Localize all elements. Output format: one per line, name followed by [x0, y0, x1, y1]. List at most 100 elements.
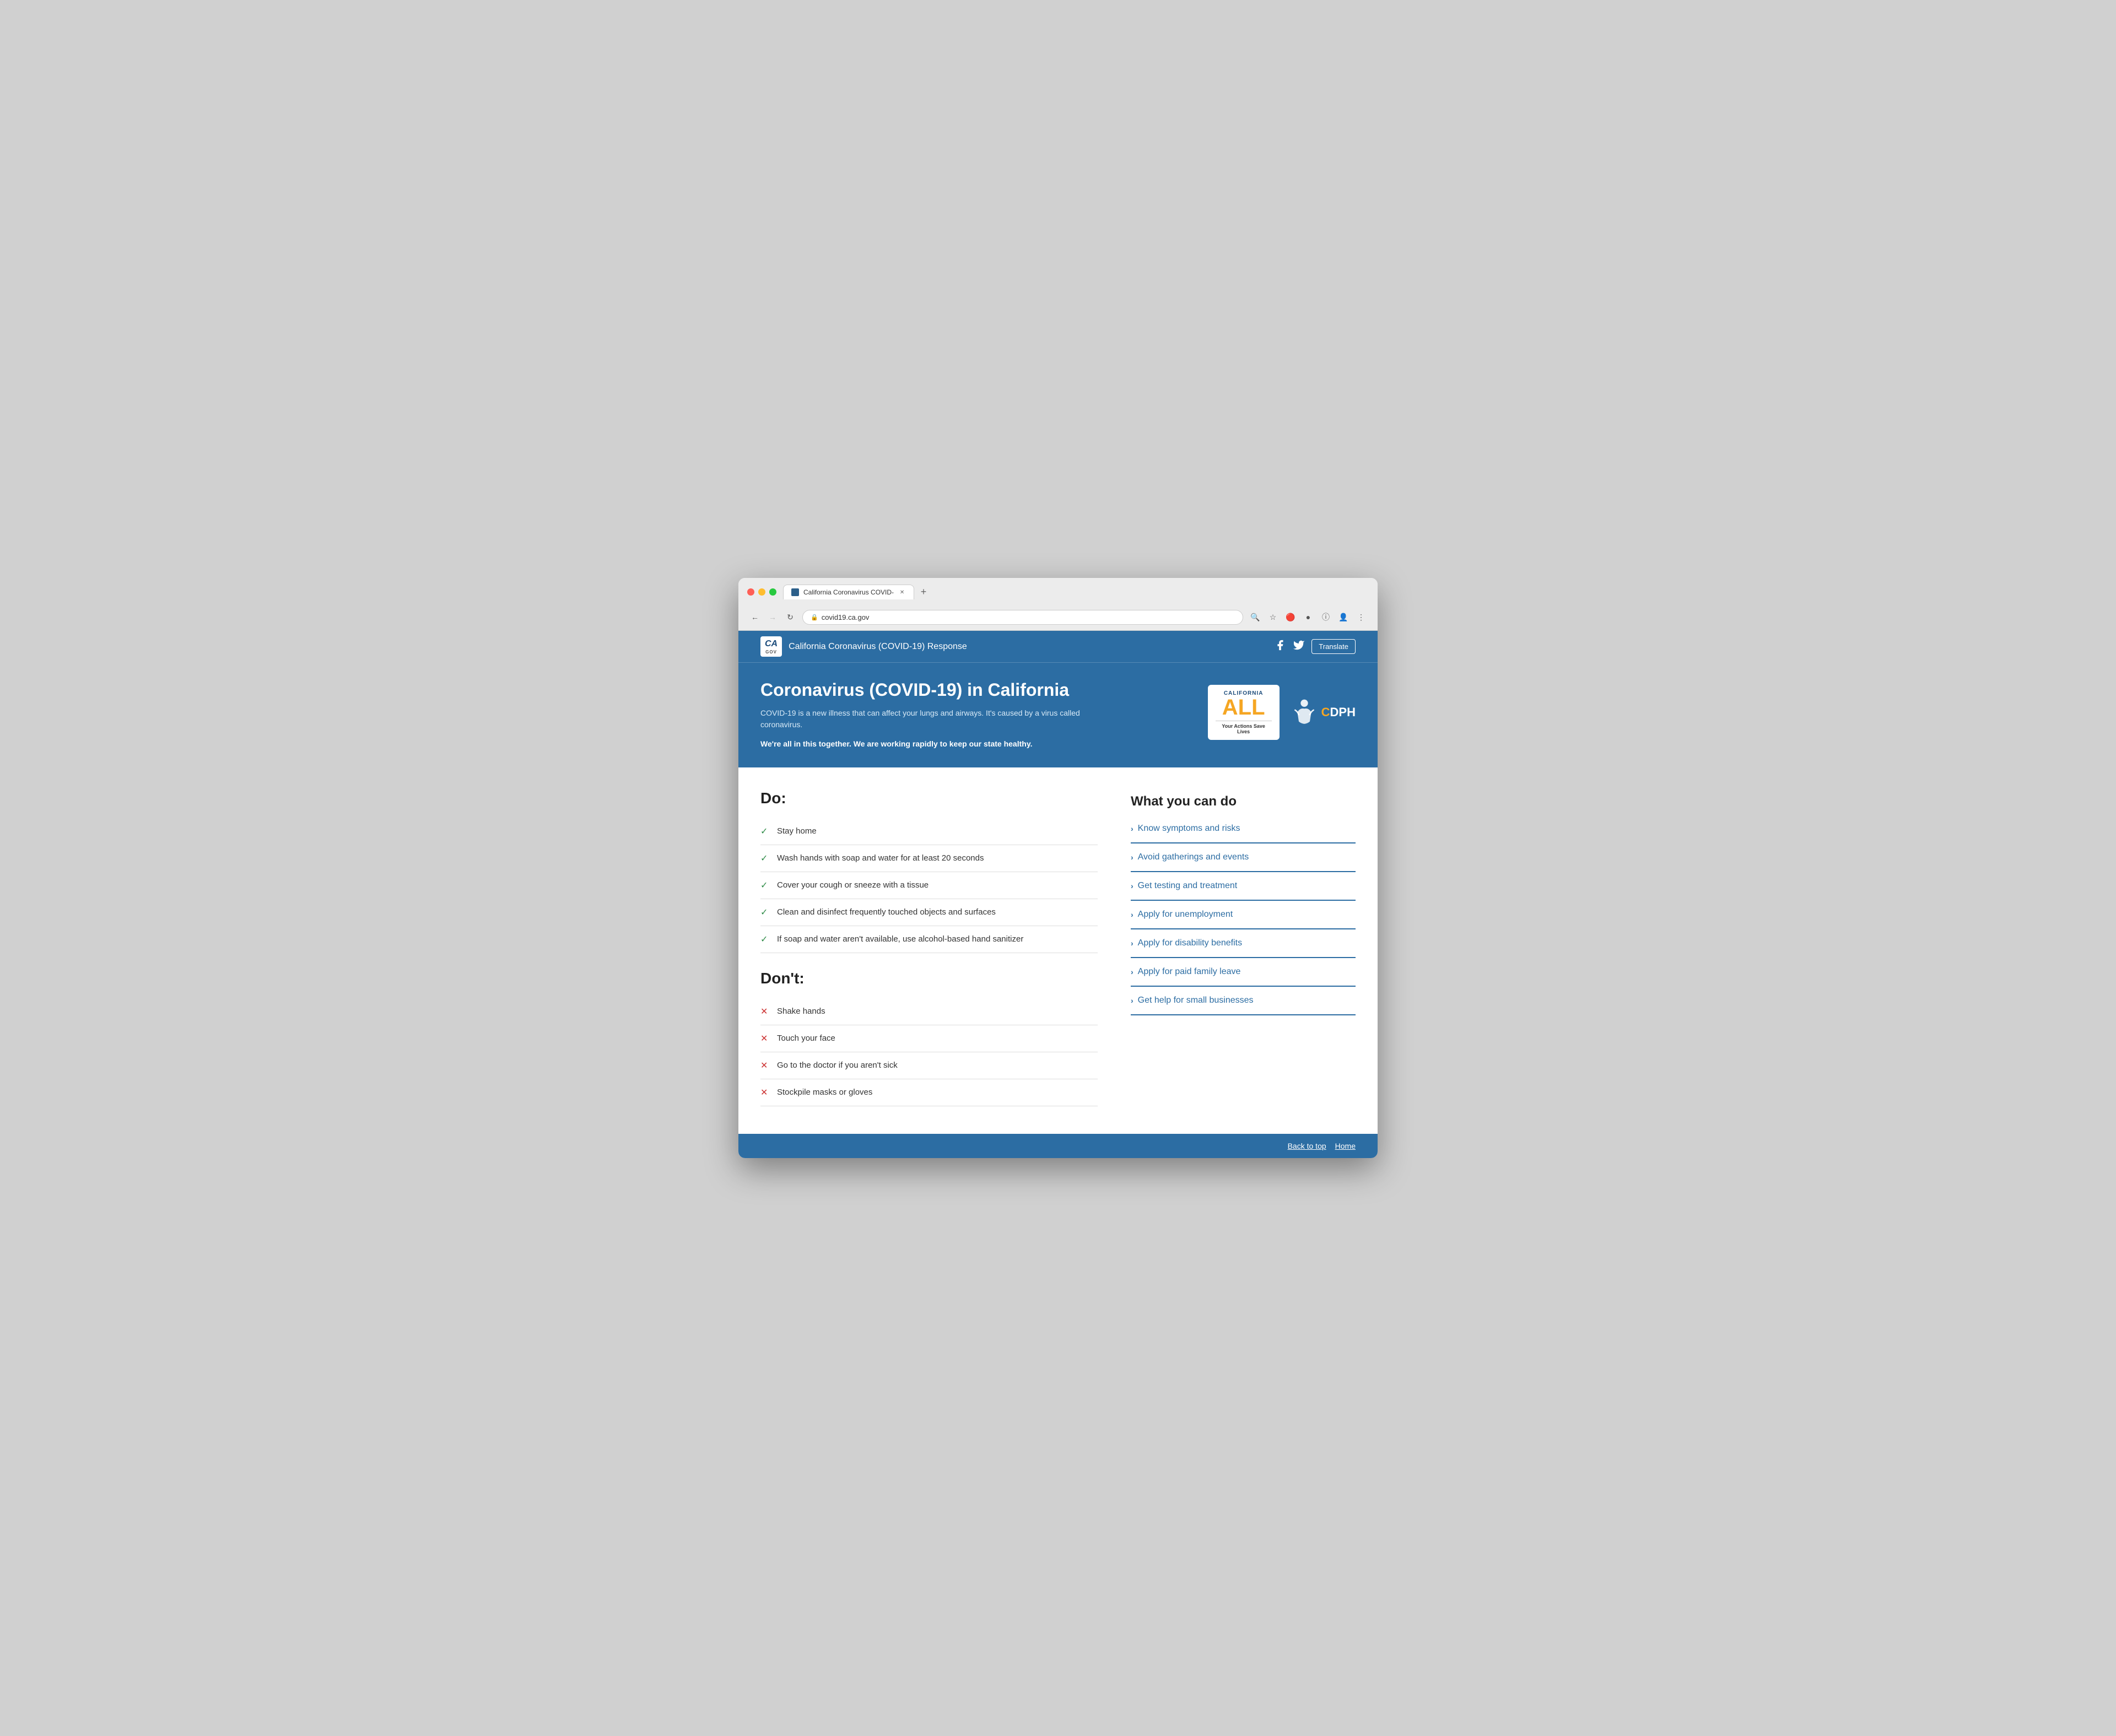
main-content: Do: ✓ Stay home ✓ Wash hands with soap a… — [738, 767, 1378, 1134]
refresh-button[interactable]: ↻ — [782, 609, 798, 625]
do-item-1: ✓ Stay home — [760, 818, 1098, 845]
action-link-text-3: Get testing and treatment — [1138, 881, 1238, 891]
active-tab[interactable]: California Coronavirus COVID- ✕ — [783, 585, 914, 599]
forward-button[interactable]: → — [765, 609, 780, 625]
chevron-icon-1: › — [1131, 824, 1133, 833]
badge-all: ALL — [1216, 696, 1272, 718]
chevron-icon-5: › — [1131, 939, 1133, 948]
do-item-text-3: Cover your cough or sneeze with a tissue — [777, 880, 929, 890]
security-icon: 🔒 — [811, 614, 818, 621]
check-icon-3: ✓ — [760, 880, 771, 891]
url-text: covid19.ca.gov — [822, 613, 870, 621]
do-item-text-2: Wash hands with soap and water for at le… — [777, 853, 984, 863]
twitter-icon[interactable] — [1293, 639, 1305, 654]
close-button[interactable] — [747, 588, 754, 596]
header-social: Translate — [1274, 639, 1356, 654]
maximize-button[interactable] — [769, 588, 776, 596]
profile-icon[interactable]: ● — [1300, 609, 1316, 625]
ca-logo-text: CA — [765, 639, 778, 649]
chevron-icon-2: › — [1131, 853, 1133, 862]
cdph-text: CDPH — [1321, 705, 1356, 720]
badge-subtitle: Your Actions Save Lives — [1216, 721, 1272, 734]
dont-item-text-2: Touch your face — [777, 1034, 835, 1043]
menu-icon[interactable]: ⋮ — [1353, 609, 1369, 625]
tab-favicon — [791, 588, 799, 596]
nav-buttons: ← → ↻ — [747, 609, 798, 625]
do-item-text-4: Clean and disinfect frequently touched o… — [777, 907, 996, 917]
do-item-text-1: Stay home — [777, 826, 817, 836]
check-icon-5: ✓ — [760, 934, 771, 945]
minimize-button[interactable] — [758, 588, 765, 596]
action-link-4[interactable]: › Apply for unemployment — [1131, 901, 1356, 929]
ca-gov-logo[interactable]: CA GOV — [760, 636, 782, 657]
action-link-3[interactable]: › Get testing and treatment — [1131, 872, 1356, 901]
what-you-can-do-title: What you can do — [1131, 794, 1356, 809]
translate-button[interactable]: Translate — [1311, 639, 1356, 654]
chevron-icon-4: › — [1131, 910, 1133, 919]
chevron-icon-7: › — [1131, 996, 1133, 1005]
gov-logo-text: GOV — [765, 650, 777, 655]
traffic-lights — [747, 588, 776, 596]
right-column: What you can do › Know symptoms and risk… — [1131, 789, 1356, 1106]
dont-item-text-1: Shake hands — [777, 1007, 825, 1016]
info-icon[interactable]: ⓘ — [1318, 609, 1334, 625]
hero-text: Coronavirus (COVID-19) in California COV… — [760, 679, 1080, 748]
tab-title: California Coronavirus COVID- — [803, 588, 894, 596]
dont-item-text-4: Stockpile masks or gloves — [777, 1088, 872, 1097]
site-content: CA GOV California Coronavirus (COVID-19)… — [738, 631, 1378, 1158]
do-item-2: ✓ Wash hands with soap and water for at … — [760, 845, 1098, 872]
dont-item-4: ✕ Stockpile masks or gloves — [760, 1079, 1098, 1106]
facebook-icon[interactable] — [1274, 639, 1286, 654]
search-icon[interactable]: 🔍 — [1248, 609, 1263, 625]
chevron-icon-3: › — [1131, 881, 1133, 890]
back-to-top-link[interactable]: Back to top — [1288, 1142, 1326, 1150]
cross-icon-1: ✕ — [760, 1006, 771, 1017]
chevron-icon-6: › — [1131, 967, 1133, 976]
action-link-2[interactable]: › Avoid gatherings and events — [1131, 843, 1356, 872]
browser-window: California Coronavirus COVID- ✕ + ← → ↻ … — [738, 578, 1378, 1158]
bookmark-icon[interactable]: ☆ — [1265, 609, 1281, 625]
check-icon-2: ✓ — [760, 853, 771, 864]
cross-icon-4: ✕ — [760, 1087, 771, 1098]
action-link-text-2: Avoid gatherings and events — [1138, 852, 1249, 862]
do-item-5: ✓ If soap and water aren't available, us… — [760, 926, 1098, 953]
hero-section: Coronavirus (COVID-19) in California COV… — [738, 662, 1378, 767]
extension-icon[interactable]: 🔴 — [1283, 609, 1298, 625]
address-bar[interactable]: 🔒 covid19.ca.gov — [802, 610, 1243, 625]
do-item-text-5: If soap and water aren't available, use … — [777, 934, 1023, 944]
action-link-text-1: Know symptoms and risks — [1138, 824, 1240, 834]
do-item-4: ✓ Clean and disinfect frequently touched… — [760, 899, 1098, 926]
cdph-logo: CDPH — [1291, 699, 1356, 726]
action-link-6[interactable]: › Apply for paid family leave — [1131, 958, 1356, 987]
action-link-text-4: Apply for unemployment — [1138, 910, 1233, 920]
site-logo-area: CA GOV California Coronavirus (COVID-19)… — [760, 636, 967, 657]
titlebar: California Coronavirus COVID- ✕ + — [747, 585, 1369, 599]
tab-close-button[interactable]: ✕ — [898, 588, 906, 596]
action-link-text-7: Get help for small businesses — [1138, 996, 1254, 1005]
hero-logos: CALIFORNIA ALL Your Actions Save Lives C… — [1208, 685, 1356, 740]
new-tab-button[interactable]: + — [916, 585, 931, 599]
dont-item-2: ✕ Touch your face — [760, 1025, 1098, 1052]
home-link[interactable]: Home — [1335, 1142, 1356, 1150]
hero-tagline: We're all in this together. We are worki… — [760, 739, 1080, 748]
action-link-text-6: Apply for paid family leave — [1138, 967, 1241, 977]
browser-chrome: California Coronavirus COVID- ✕ + ← → ↻ … — [738, 578, 1378, 631]
do-section-title: Do: — [760, 789, 1098, 807]
action-link-7[interactable]: › Get help for small businesses — [1131, 987, 1356, 1015]
dont-item-text-3: Go to the doctor if you aren't sick — [777, 1061, 898, 1070]
account-icon[interactable]: 👤 — [1336, 609, 1351, 625]
cross-icon-3: ✕ — [760, 1060, 771, 1071]
left-column: Do: ✓ Stay home ✓ Wash hands with soap a… — [760, 789, 1098, 1106]
dont-section-title: Don't: — [760, 970, 1098, 987]
action-link-5[interactable]: › Apply for disability benefits — [1131, 929, 1356, 958]
cdph-figure-icon — [1291, 699, 1318, 726]
cdph-dph: DPH — [1330, 705, 1356, 720]
back-button[interactable]: ← — [747, 609, 763, 625]
dont-item-3: ✕ Go to the doctor if you aren't sick — [760, 1052, 1098, 1079]
do-item-3: ✓ Cover your cough or sneeze with a tiss… — [760, 872, 1098, 899]
action-link-text-5: Apply for disability benefits — [1138, 938, 1242, 948]
browser-toolbar: ← → ↻ 🔒 covid19.ca.gov 🔍 ☆ 🔴 ● ⓘ 👤 ⋮ — [747, 605, 1369, 630]
site-header: CA GOV California Coronavirus (COVID-19)… — [738, 631, 1378, 662]
action-link-1[interactable]: › Know symptoms and risks — [1131, 815, 1356, 843]
tab-bar: California Coronavirus COVID- ✕ + — [783, 585, 1369, 599]
